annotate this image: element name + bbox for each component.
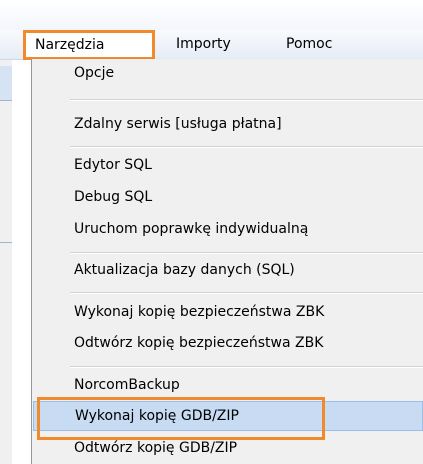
menu-importy[interactable]: Importy — [176, 30, 231, 59]
menu-narzedzia[interactable]: Narzędzia — [25, 30, 153, 59]
background-band — [0, 66, 12, 100]
menu-item-wykonaj-kopie-gdb-zip[interactable]: Wykonaj kopię GDB/ZIP — [33, 401, 423, 431]
background-divider — [0, 242, 12, 243]
menu-item-odtworz-kopie-gdb-zip[interactable]: Odtwórz kopię GDB/ZIP — [33, 434, 423, 463]
title-bar — [0, 0, 423, 30]
narzedzia-dropdown-menu: Opcje Zdalny serwis [usługa płatna] Edyt… — [31, 59, 423, 464]
menu-separator — [70, 99, 423, 101]
background-divider — [0, 100, 12, 101]
menu-item-edytor-sql[interactable]: Edytor SQL — [33, 151, 423, 180]
menu-item-uruchom-poprawke[interactable]: Uruchom poprawkę indywidualną — [33, 215, 423, 244]
menu-separator — [70, 146, 423, 148]
menu-item-wykonaj-kopie-zbk[interactable]: Wykonaj kopię bezpieczeństwa ZBK — [33, 298, 423, 327]
menu-separator — [70, 252, 423, 254]
menu-item-odtworz-kopie-zbk[interactable]: Odtwórz kopię bezpieczeństwa ZBK — [33, 329, 423, 358]
menu-item-zdalny-serwis[interactable]: Zdalny serwis [usługa płatna] — [33, 110, 423, 139]
window-background — [0, 60, 12, 464]
menu-bar: Narzędzia Importy Pomoc — [0, 30, 423, 60]
menu-separator — [70, 292, 423, 294]
menu-item-opcje[interactable]: Opcje — [33, 59, 423, 88]
menu-pomoc[interactable]: Pomoc — [286, 30, 332, 59]
menu-separator — [70, 366, 423, 368]
menu-item-norcombackup[interactable]: NorcomBackup — [33, 371, 423, 400]
menu-item-aktualizacja-bazy[interactable]: Aktualizacja bazy danych (SQL) — [33, 256, 423, 285]
app-window: Narzędzia Importy Pomoc Opcje Zdalny ser… — [0, 0, 423, 464]
menu-item-debug-sql[interactable]: Debug SQL — [33, 183, 423, 212]
